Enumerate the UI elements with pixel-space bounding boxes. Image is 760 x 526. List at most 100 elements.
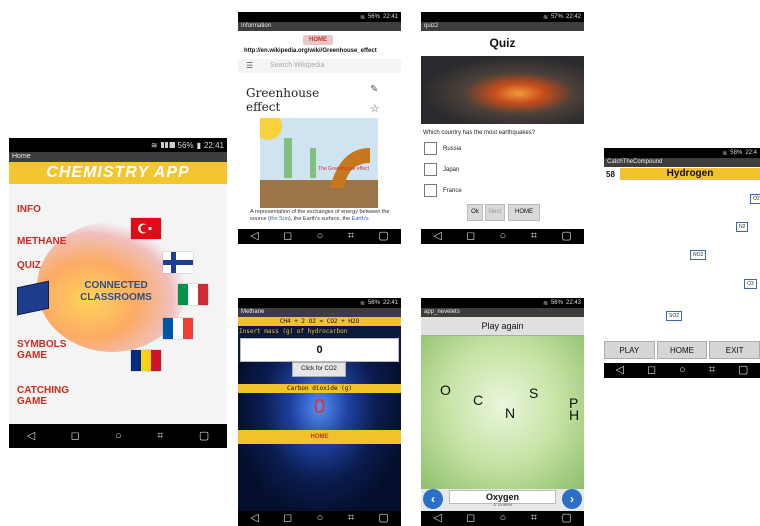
compound-o3[interactable]: O3 (744, 279, 757, 289)
home-icon[interactable]: ○ (679, 365, 686, 376)
edit-icon[interactable]: ✎ (370, 84, 378, 95)
symbols-content: app_nevelets Play again O C N S P H ‹ Ox… (421, 308, 584, 511)
recent-apps-icon[interactable]: ◻ (466, 513, 475, 524)
back-icon[interactable]: ◁ (433, 513, 441, 524)
wifi-icon: ≋ (542, 14, 548, 21)
home-button[interactable]: HOME (656, 341, 708, 359)
methane-screen: ≋ 56% 22:41 Methane CH4 + 2 O2 = CO2 + H… (238, 298, 401, 526)
calculate-co2-button[interactable]: Click for CO2 (292, 362, 346, 377)
clock: 22:4 (745, 150, 757, 156)
menu-item-catching-game[interactable]: CATCHING GAME (17, 385, 87, 407)
wifi-icon: ≋ (542, 300, 548, 307)
compound-o2[interactable]: O2 (750, 194, 760, 204)
checkbox[interactable] (424, 142, 437, 155)
apps-icon[interactable]: ▢ (378, 513, 388, 524)
compound-so2[interactable]: SO2 (666, 311, 683, 321)
menu-icon[interactable]: ⌗ (531, 513, 537, 524)
next-button[interactable]: Next (485, 204, 505, 221)
turkey-flag (131, 218, 161, 239)
recent-apps-icon[interactable]: ◻ (283, 231, 292, 242)
target-compound: Hydrogen (620, 168, 760, 180)
home-icon[interactable]: ○ (500, 231, 507, 242)
hamburger-icon[interactable]: ☰ (246, 61, 253, 70)
compound-no2[interactable]: NO2 (690, 250, 707, 260)
battery-percent: 57% (550, 14, 563, 20)
recent-apps-icon[interactable]: ◻ (647, 365, 656, 376)
signal-icon (160, 142, 175, 148)
option-russia[interactable]: Russia (424, 142, 461, 155)
symbol-s[interactable]: S (529, 385, 538, 401)
home-icon[interactable]: ○ (115, 430, 122, 442)
next-arrow-button[interactable]: › (562, 489, 582, 509)
window-title: quiz2 (421, 22, 584, 31)
home-button[interactable]: HOME (238, 430, 401, 444)
earthquake-fire-photo (421, 56, 584, 124)
apps-icon[interactable]: ▢ (561, 513, 571, 524)
menu-icon[interactable]: ⌗ (531, 231, 537, 242)
methane-content: Methane CH4 + 2 O2 = CO2 + H2O Insert ma… (238, 308, 401, 511)
exit-button[interactable]: EXIT (709, 341, 760, 359)
quiz-content: quiz2 Quiz Which country has the most ea… (421, 22, 584, 229)
menu-icon[interactable]: ⌗ (157, 430, 163, 442)
article-title: Greenhouse effect (246, 86, 320, 114)
checkbox[interactable] (424, 163, 437, 176)
caption-link-earth[interactable]: Earth's (352, 216, 369, 222)
wifi-icon: ≋ (150, 140, 158, 150)
element-bar: ‹ Oxygen O 15.9994 › (421, 489, 584, 511)
ok-button[interactable]: Ok (467, 204, 483, 221)
symbol-o[interactable]: O (440, 382, 451, 398)
window-title: Information (238, 22, 401, 31)
option-japan[interactable]: Japan (424, 163, 459, 176)
compound-n2[interactable]: N2 (736, 222, 749, 232)
apps-icon[interactable]: ▢ (199, 430, 209, 442)
home-button[interactable]: HOME (508, 204, 540, 221)
back-icon[interactable]: ◁ (250, 513, 258, 524)
menu-item-methane[interactable]: METHANE (17, 236, 66, 247)
menu-item-info[interactable]: INFO (17, 204, 41, 215)
clock: 22:41 (203, 140, 224, 150)
play-again-button[interactable]: Play again (421, 318, 584, 336)
symbol-h[interactable]: H (569, 407, 579, 423)
apps-icon[interactable]: ▢ (561, 231, 571, 242)
back-icon[interactable]: ◁ (27, 430, 35, 442)
home-icon[interactable]: ○ (317, 513, 324, 524)
play-button[interactable]: PLAY (604, 341, 655, 359)
apps-icon[interactable]: ▢ (378, 231, 388, 242)
menu-item-symbols-game[interactable]: SYMBOLS GAME (17, 339, 87, 361)
status-bar: ≋ 56% 22:41 (238, 298, 401, 308)
menu-icon[interactable]: ⌗ (348, 513, 354, 524)
symbol-c[interactable]: C (473, 392, 483, 408)
status-bar: ≋ 58% 22:4 (604, 148, 760, 158)
menu-icon[interactable]: ⌗ (348, 231, 354, 242)
nav-bar: ◁ ◻ ○ ⌗ ▢ (604, 363, 760, 378)
star-icon[interactable]: ☆ (370, 102, 380, 115)
caption-link-sun[interactable]: the Sun (270, 216, 289, 222)
crescent-icon (138, 223, 152, 234)
home-icon[interactable]: ○ (500, 513, 507, 524)
back-icon[interactable]: ◁ (616, 365, 624, 376)
symbol-n[interactable]: N (505, 405, 515, 421)
option-label: Japan (443, 166, 460, 173)
apps-icon[interactable]: ▢ (738, 365, 748, 376)
recent-apps-icon[interactable]: ◻ (466, 231, 475, 242)
option-france[interactable]: France (424, 184, 462, 197)
home-icon[interactable]: ○ (317, 231, 324, 242)
wifi-icon: ≋ (359, 300, 365, 307)
checkbox[interactable] (424, 184, 437, 197)
back-icon[interactable]: ◁ (433, 231, 441, 242)
recent-apps-icon[interactable]: ◻ (71, 430, 80, 442)
window-title: Home (9, 152, 227, 162)
option-label: France (443, 187, 462, 194)
clock: 22:42 (565, 14, 581, 20)
score: 58 (606, 170, 615, 179)
catch-content: CatchTheCompound 58 Hydrogen O2 N2 NO2 O… (604, 158, 760, 363)
game-buttons: PLAY HOME EXIT (604, 341, 760, 359)
search-input[interactable]: Search Wikipedia (238, 59, 401, 73)
menu-icon[interactable]: ⌗ (709, 365, 715, 376)
back-icon[interactable]: ◁ (250, 231, 258, 242)
recent-apps-icon[interactable]: ◻ (283, 513, 292, 524)
menu-item-quiz[interactable]: QUIZ (17, 260, 41, 271)
mass-input[interactable]: 0 (240, 338, 399, 362)
finland-flag (163, 252, 193, 273)
home-button[interactable]: HOME (303, 35, 333, 45)
